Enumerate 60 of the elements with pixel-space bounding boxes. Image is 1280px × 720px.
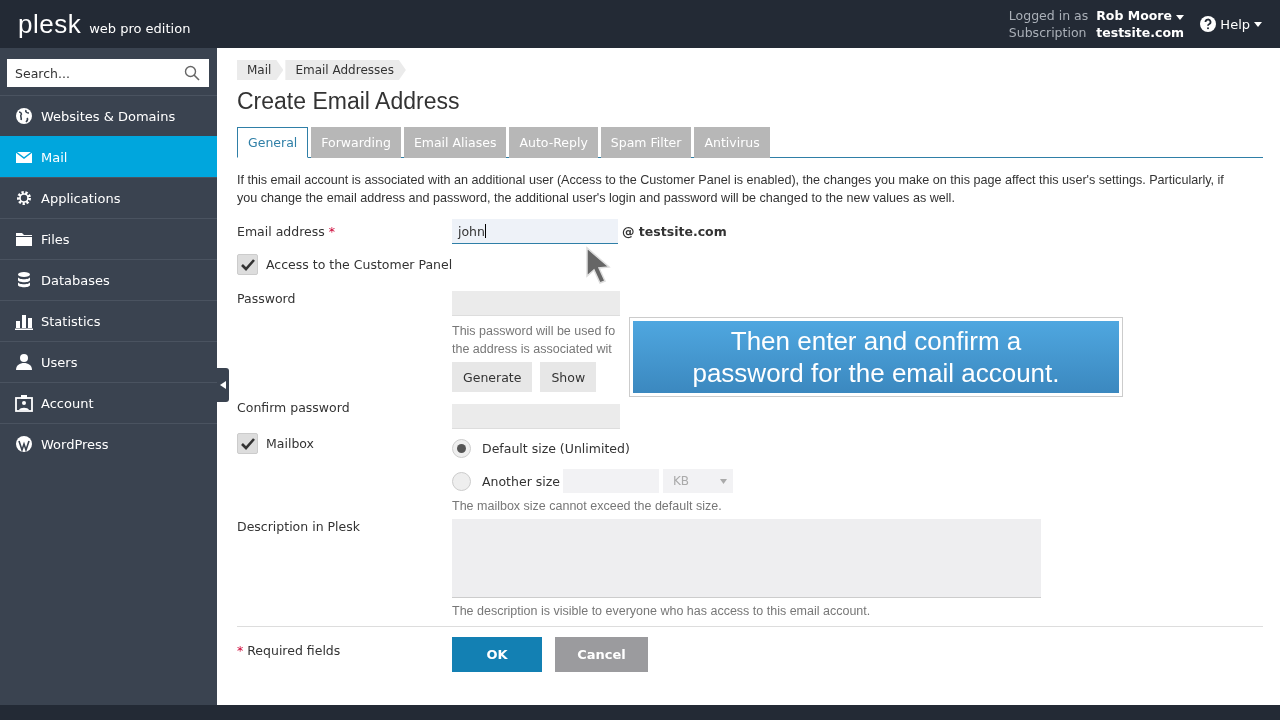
field-label: Description in Plesk bbox=[237, 519, 361, 534]
search-field[interactable]: Search... bbox=[7, 59, 209, 87]
ok-button[interactable]: OK bbox=[452, 637, 542, 672]
checkbox-label: Mailbox bbox=[266, 436, 314, 451]
subscription-label: Subscription bbox=[1008, 25, 1088, 40]
sidebar-item[interactable]: WordPress bbox=[0, 423, 217, 464]
person-icon bbox=[15, 353, 33, 371]
edition-label: web pro edition bbox=[89, 20, 191, 36]
field-label: Password bbox=[237, 291, 297, 306]
hint-text: This password will be used fo bbox=[452, 323, 617, 340]
radio-button[interactable] bbox=[452, 471, 471, 491]
sidebar-item[interactable]: Databases bbox=[0, 259, 217, 300]
sidebar-item[interactable]: Files bbox=[0, 218, 217, 259]
field-label: Confirm password bbox=[237, 400, 351, 415]
sidebar-item[interactable]: Account bbox=[0, 382, 217, 423]
hint-text: the address is associated wit bbox=[452, 341, 613, 358]
logo: plesk bbox=[18, 8, 82, 40]
tab[interactable]: General bbox=[237, 127, 309, 158]
hint-text: The description is visible to everyone who has access to this email account. bbox=[452, 604, 872, 618]
hint-text: The mailbox size cannot exceed the default size. bbox=[452, 499, 723, 513]
radio-label: Default size (Unlimited) bbox=[482, 440, 630, 456]
caret-icon bbox=[1176, 15, 1185, 20]
badge-icon bbox=[15, 394, 33, 412]
radio-button[interactable] bbox=[452, 438, 471, 458]
email-input[interactable]: john bbox=[452, 219, 618, 244]
show-button[interactable]: Show bbox=[540, 362, 597, 392]
breadcrumb-link[interactable]: Mail bbox=[237, 60, 284, 80]
domain-label: @ testsite.com bbox=[622, 224, 727, 239]
database-icon bbox=[15, 271, 33, 289]
sidebar-item[interactable]: Applications bbox=[0, 177, 217, 218]
gear-icon bbox=[15, 189, 33, 207]
field-label: Email address * bbox=[237, 224, 336, 239]
search-icon bbox=[184, 65, 200, 81]
confirm-password-input[interactable] bbox=[452, 404, 620, 429]
wordpress-icon bbox=[15, 435, 33, 453]
subscription-name: testsite.com bbox=[1096, 25, 1185, 40]
radio-label: Another size bbox=[482, 473, 560, 489]
collapse-handle[interactable] bbox=[217, 368, 229, 402]
checkbox[interactable] bbox=[237, 433, 258, 454]
sidebar-item[interactable]: Users bbox=[0, 341, 217, 382]
breadcrumb-link[interactable]: Email Addresses bbox=[285, 60, 406, 80]
bar-chart-icon bbox=[15, 312, 33, 330]
checkbox[interactable] bbox=[237, 254, 258, 275]
checkbox-label: Access to the Customer Panel bbox=[266, 257, 453, 272]
sidebar-item[interactable]: Statistics bbox=[0, 300, 217, 341]
tutorial-callout: Then enter and confirm a password for the email account. bbox=[630, 318, 1122, 396]
globe-icon bbox=[15, 107, 33, 125]
description-textarea[interactable] bbox=[452, 519, 1041, 598]
help-icon bbox=[1200, 16, 1217, 32]
password-input[interactable] bbox=[452, 291, 620, 316]
folder-icon bbox=[15, 230, 33, 248]
help-menu[interactable]: Help bbox=[1200, 16, 1262, 32]
page-title: Create Email Address bbox=[237, 88, 461, 115]
required-note: * Required fields bbox=[237, 643, 342, 658]
caret-icon bbox=[720, 478, 727, 484]
generate-button[interactable]: Generate bbox=[452, 362, 533, 392]
logged-in-label: Logged in as bbox=[1008, 8, 1089, 23]
user-menu[interactable]: Rob Moore bbox=[1096, 8, 1185, 23]
caret-icon bbox=[1254, 21, 1262, 27]
notice-text: If this email account is associated with an additional user (Access to the Customer Panel is enabled), the changes you make on this page affect this user's settings. Particularly, if you change the email address and password, the additional user's login and password will be changed to the new values as well. bbox=[237, 172, 1225, 207]
